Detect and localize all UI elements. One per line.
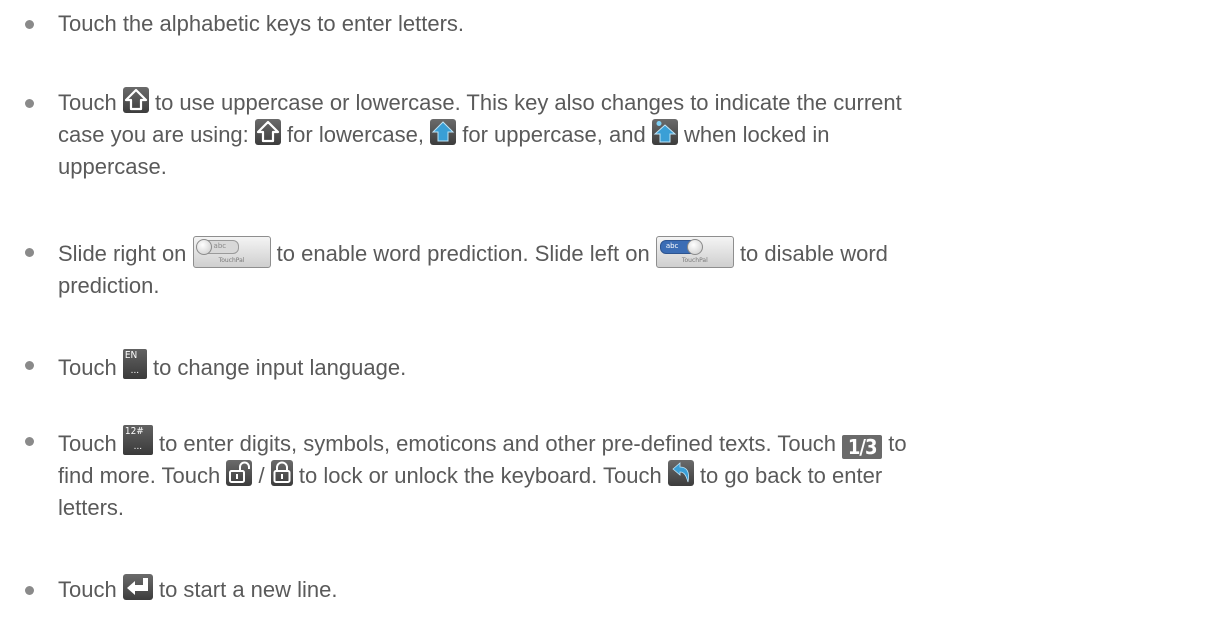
toggle-knob [686,239,703,255]
shift-filled-icon [430,119,457,145]
text-run: to lock or unlock the keyboard. Touch [298,463,662,488]
item-text: Touch the alphabetic keys to enter lette… [58,8,1156,40]
toggle-track: abc [195,239,239,255]
text-run: to go back to enter [699,463,883,488]
text-run: Touch [58,355,117,380]
item-text: Touch to start a new line. [58,574,1156,606]
text-run: find more. Touch [58,463,221,488]
text-run: Touch [58,90,117,115]
back-arrow-icon [667,460,694,486]
key-code: 12# [124,426,144,437]
toggle-label: abc [213,242,227,250]
item-text: Touch 12# ... to enter digits, symbols, … [58,425,1156,524]
bullet-dot [25,361,34,370]
text-run: Touch [58,577,117,602]
text-run: for uppercase, and [462,122,646,147]
text-run: letters. [58,495,125,520]
text-run: to enable word prediction. Slide left on [276,241,650,266]
text-run: to [888,431,907,456]
language-key-icon: EN ... [122,349,147,379]
text-run: uppercase. [58,154,167,179]
word-prediction-on-toggle-icon: abc TouchPal [655,236,734,268]
shift-outline-icon [254,119,281,145]
page-indicator-icon: 1/3 [842,435,883,459]
text-run: to enter digits, symbols, emoticons and … [158,431,837,456]
toggle-brand: TouchPal [218,257,245,264]
bullet-dot [25,437,34,446]
symbols-key-icon: 12# ... [122,425,153,455]
toggle-label: abc [665,242,679,250]
text-run: to use uppercase or lowercase. This key … [154,90,902,115]
item-text: Touch EN ... to change input language. [58,349,1156,384]
toggle-knob [195,239,212,255]
key-dots: ... [130,365,140,376]
key-dots: ... [133,441,143,452]
unlocked-padlock-icon [226,460,253,486]
bullet-dot [25,20,34,29]
bullet-dot [25,586,34,595]
text-run: for lowercase, [287,122,424,147]
shift-locked-icon [651,119,678,145]
text-run: to disable word [739,241,888,266]
locked-padlock-icon [270,460,293,486]
toggle-brand: TouchPal [681,257,708,264]
text-run: Slide right on [58,241,187,266]
text-run: when locked in [683,122,830,147]
text-run: case you are using: [58,122,249,147]
bullet-dot [25,248,34,257]
text-run: prediction. [58,273,160,298]
key-code: EN [124,350,138,361]
word-prediction-off-toggle-icon: abc TouchPal [192,236,271,268]
shift-outline-icon [122,87,149,113]
bullet-dot [25,99,34,108]
toggle-track: abc [659,239,703,255]
text-run: to start a new line. [158,577,338,602]
text-run: Touch [58,431,117,456]
text-run: Touch the alphabetic keys to enter lette… [58,11,465,36]
enter-key-icon [122,574,153,600]
item-text: Touch to use uppercase or lowercase. Thi… [58,87,1156,183]
text-run: to change input language. [152,355,407,380]
item-text: Slide right on abc TouchPal to enable wo… [58,236,1156,302]
text-run: / [258,463,265,488]
